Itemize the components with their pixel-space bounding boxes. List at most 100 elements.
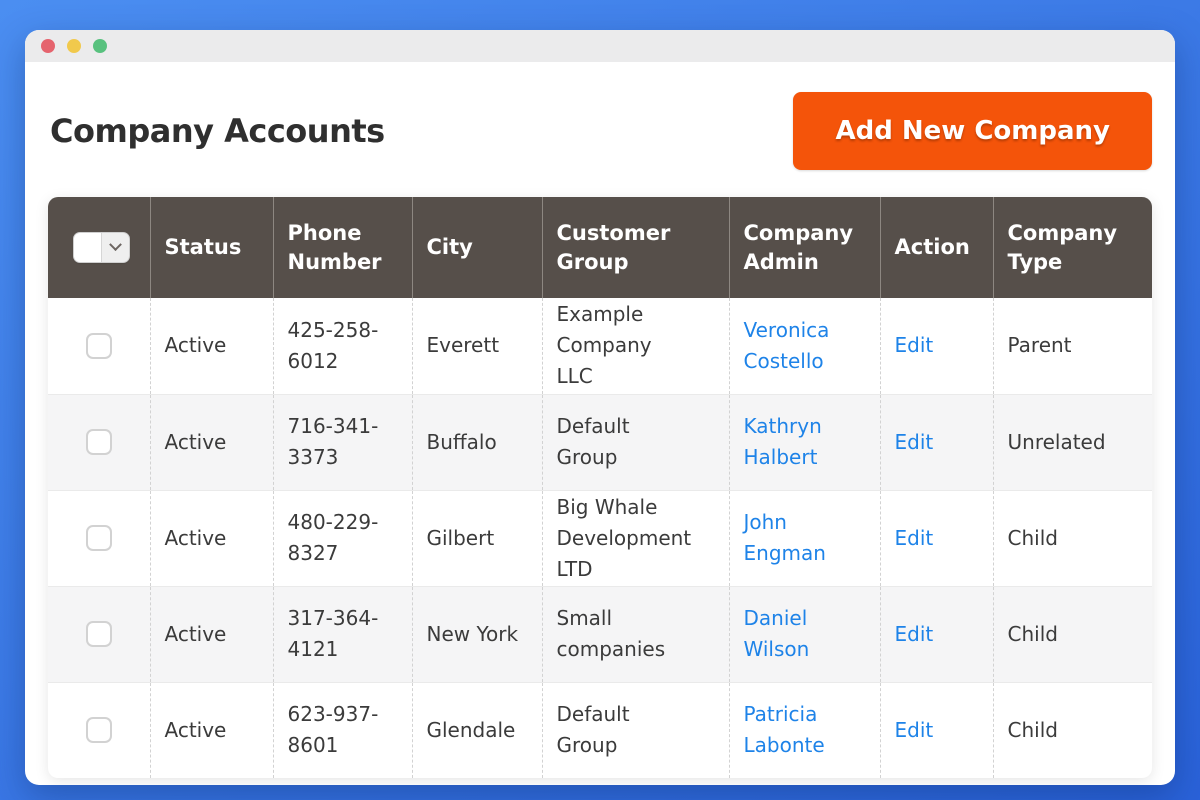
company_type-cell: Child bbox=[993, 586, 1152, 682]
status-value: Active bbox=[165, 330, 259, 361]
phone-cell: 425-258-6012 bbox=[273, 298, 412, 394]
action-cell: Edit bbox=[880, 394, 993, 490]
select-cell bbox=[48, 298, 150, 394]
column-header-action: Action bbox=[880, 197, 993, 298]
status-cell: Active bbox=[150, 682, 273, 778]
phone-value: 623-937-8601 bbox=[288, 699, 388, 761]
select-cell bbox=[48, 394, 150, 490]
select-all-dropdown[interactable] bbox=[102, 233, 129, 262]
city-value: Gilbert bbox=[427, 523, 519, 554]
status-value: Active bbox=[165, 427, 259, 458]
company-type-value: Child bbox=[1008, 715, 1139, 746]
page-title: Company Accounts bbox=[48, 112, 385, 150]
status-value: Active bbox=[165, 523, 259, 554]
company-type-value: Unrelated bbox=[1008, 427, 1139, 458]
city-cell: Glendale bbox=[412, 682, 542, 778]
status-cell: Active bbox=[150, 298, 273, 394]
status-value: Active bbox=[165, 715, 259, 746]
customer-group-value: Big Whale Development LTD bbox=[557, 492, 689, 585]
customer_group-cell: Default Group bbox=[542, 394, 729, 490]
customer-group-value: Example Company LLC bbox=[557, 299, 689, 392]
company_type-cell: Parent bbox=[993, 298, 1152, 394]
row-checkbox[interactable] bbox=[86, 429, 112, 455]
company_type-cell: Unrelated bbox=[993, 394, 1152, 490]
company_admin-cell: John Engman bbox=[729, 490, 880, 586]
phone-value: 480-229-8327 bbox=[288, 507, 388, 569]
status-cell: Active bbox=[150, 586, 273, 682]
status-value: Active bbox=[165, 619, 259, 650]
column-header-company_admin: Company Admin bbox=[729, 197, 880, 298]
company-admin-link[interactable]: John Engman bbox=[744, 510, 826, 565]
company-admin-link[interactable]: Daniel Wilson bbox=[744, 606, 810, 661]
table-row: Active 716-341-3373 BuffaloDefault Group Ka… bbox=[48, 394, 1152, 490]
edit-link[interactable]: Edit bbox=[895, 622, 934, 646]
status-cell: Active bbox=[150, 394, 273, 490]
page-header: Company Accounts Add New Company bbox=[48, 92, 1152, 170]
row-checkbox[interactable] bbox=[86, 717, 112, 743]
row-checkbox[interactable] bbox=[86, 525, 112, 551]
phone-cell: 623-937-8601 bbox=[273, 682, 412, 778]
traffic-light-zoom-icon[interactable] bbox=[93, 39, 107, 53]
select-cell bbox=[48, 586, 150, 682]
row-checkbox[interactable] bbox=[86, 333, 112, 359]
edit-link[interactable]: Edit bbox=[895, 718, 934, 742]
customer-group-value: Default Group bbox=[557, 411, 689, 473]
table-row: Active 425-258-6012 EverettExample Company… bbox=[48, 298, 1152, 394]
traffic-light-minimize-icon[interactable] bbox=[67, 39, 81, 53]
phone-cell: 317-364-4121 bbox=[273, 586, 412, 682]
table-header: StatusPhone NumberCityCustomer GroupComp… bbox=[48, 197, 1152, 298]
company_type-cell: Child bbox=[993, 682, 1152, 778]
add-new-company-button[interactable]: Add New Company bbox=[793, 92, 1152, 170]
table-row: Active 480-229-8327 Gilbert Big Whale Devel… bbox=[48, 490, 1152, 586]
company_admin-cell: Veronica Costello bbox=[729, 298, 880, 394]
select-all-control[interactable] bbox=[73, 232, 130, 263]
row-checkbox[interactable] bbox=[86, 621, 112, 647]
city-cell: Everett bbox=[412, 298, 542, 394]
city-value: Glendale bbox=[427, 715, 519, 746]
company-type-value: Parent bbox=[1008, 330, 1139, 361]
customer_group-cell: Example Company LLC bbox=[542, 298, 729, 394]
city-cell: Buffalo bbox=[412, 394, 542, 490]
select-all-checkbox[interactable] bbox=[74, 233, 102, 262]
column-header-phone: Phone Number bbox=[273, 197, 412, 298]
company-accounts-table: StatusPhone NumberCityCustomer GroupComp… bbox=[48, 197, 1152, 778]
table-row: Active 317-364-4121 New York Small companie… bbox=[48, 586, 1152, 682]
company-type-value: Child bbox=[1008, 619, 1139, 650]
status-cell: Active bbox=[150, 490, 273, 586]
select-all-header-cell bbox=[48, 197, 150, 298]
phone-cell: 716-341-3373 bbox=[273, 394, 412, 490]
column-header-city: City bbox=[412, 197, 542, 298]
phone-value: 425-258-6012 bbox=[288, 315, 388, 377]
city-value: New York bbox=[427, 619, 519, 650]
edit-link[interactable]: Edit bbox=[895, 526, 934, 550]
edit-link[interactable]: Edit bbox=[895, 430, 934, 454]
page-content: Company Accounts Add New Company StatusP… bbox=[25, 92, 1175, 778]
customer_group-cell: Default Group bbox=[542, 682, 729, 778]
edit-link[interactable]: Edit bbox=[895, 333, 934, 357]
traffic-light-close-icon[interactable] bbox=[41, 39, 55, 53]
company_admin-cell: Daniel Wilson bbox=[729, 586, 880, 682]
select-cell bbox=[48, 682, 150, 778]
action-cell: Edit bbox=[880, 586, 993, 682]
city-cell: New York bbox=[412, 586, 542, 682]
browser-window: Company Accounts Add New Company StatusP… bbox=[25, 30, 1175, 785]
action-cell: Edit bbox=[880, 298, 993, 394]
city-cell: Gilbert bbox=[412, 490, 542, 586]
company_admin-cell: Patricia Labonte bbox=[729, 682, 880, 778]
company-admin-link[interactable]: Kathryn Halbert bbox=[744, 414, 822, 469]
window-titlebar bbox=[25, 30, 1175, 62]
company_admin-cell: Kathryn Halbert bbox=[729, 394, 880, 490]
company-admin-link[interactable]: Veronica Costello bbox=[744, 318, 830, 373]
action-cell: Edit bbox=[880, 682, 993, 778]
customer_group-cell: Big Whale Development LTD bbox=[542, 490, 729, 586]
company-admin-link[interactable]: Patricia Labonte bbox=[744, 702, 825, 757]
phone-value: 716-341-3373 bbox=[288, 411, 388, 473]
column-header-company_type: Company Type bbox=[993, 197, 1152, 298]
column-header-status: Status bbox=[150, 197, 273, 298]
customer-group-value: Small companies bbox=[557, 603, 689, 665]
action-cell: Edit bbox=[880, 490, 993, 586]
company-type-value: Child bbox=[1008, 523, 1139, 554]
customer-group-value: Default Group bbox=[557, 699, 689, 761]
company_type-cell: Child bbox=[993, 490, 1152, 586]
select-cell bbox=[48, 490, 150, 586]
